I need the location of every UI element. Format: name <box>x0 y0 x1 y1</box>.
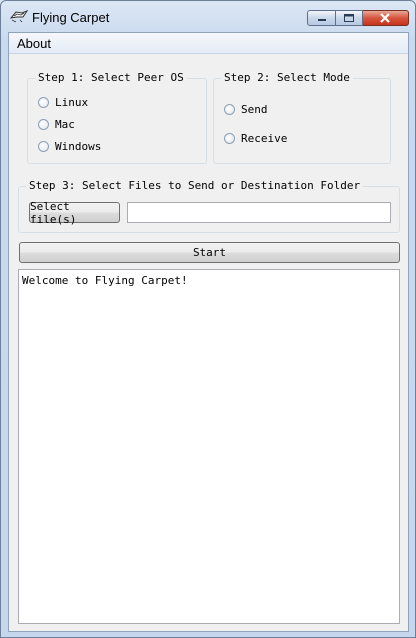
send-radio-icon[interactable] <box>224 104 235 115</box>
title-bar[interactable]: Flying Carpet <box>1 1 415 32</box>
radio-mac[interactable]: Mac <box>38 118 75 131</box>
radio-windows[interactable]: Windows <box>38 140 101 153</box>
step2-title: Step 2: Select Mode <box>221 71 353 84</box>
log-output[interactable]: Welcome to Flying Carpet! <box>18 269 400 624</box>
client-area: About Step 1: Select Peer OS Linux Mac W… <box>8 32 409 632</box>
radio-send-label: Send <box>241 103 268 116</box>
close-icon <box>380 13 390 23</box>
step3-title: Step 3: Select Files to Send or Destinat… <box>26 179 364 192</box>
radio-receive-label: Receive <box>241 132 288 145</box>
step1-title: Step 1: Select Peer OS <box>35 71 187 84</box>
minimize-icon <box>318 19 326 21</box>
radio-linux-label: Linux <box>55 96 89 109</box>
radio-send[interactable]: Send <box>224 103 268 116</box>
radio-linux[interactable]: Linux <box>38 96 88 109</box>
maximize-icon <box>344 14 354 22</box>
select-files-button[interactable]: Select file(s) <box>29 200 120 226</box>
start-button[interactable]: Start <box>19 242 400 263</box>
caption-buttons <box>307 10 409 28</box>
menu-bar: About <box>9 33 408 54</box>
step2-group: Step 2: Select Mode Send Receive <box>213 71 391 164</box>
destination-path-input[interactable] <box>127 202 391 223</box>
linux-radio-icon[interactable] <box>38 97 49 108</box>
windows-radio-icon[interactable] <box>38 141 49 152</box>
radio-receive[interactable]: Receive <box>224 132 287 145</box>
radio-windows-label: Windows <box>55 140 102 153</box>
menu-item-about[interactable]: About <box>17 36 51 51</box>
close-button[interactable] <box>363 10 409 26</box>
receive-radio-icon[interactable] <box>224 133 235 144</box>
minimize-button[interactable] <box>307 10 336 26</box>
radio-mac-label: Mac <box>55 118 75 131</box>
mac-radio-icon[interactable] <box>38 119 49 130</box>
window-title: Flying Carpet <box>32 10 110 25</box>
step3-group: Step 3: Select Files to Send or Destinat… <box>18 179 400 233</box>
maximize-button[interactable] <box>336 10 363 26</box>
app-window: Flying Carpet About Step 1: Select Peer … <box>0 0 416 638</box>
flying-carpet-app-icon <box>10 10 28 23</box>
step1-group: Step 1: Select Peer OS Linux Mac Windows <box>27 71 207 164</box>
